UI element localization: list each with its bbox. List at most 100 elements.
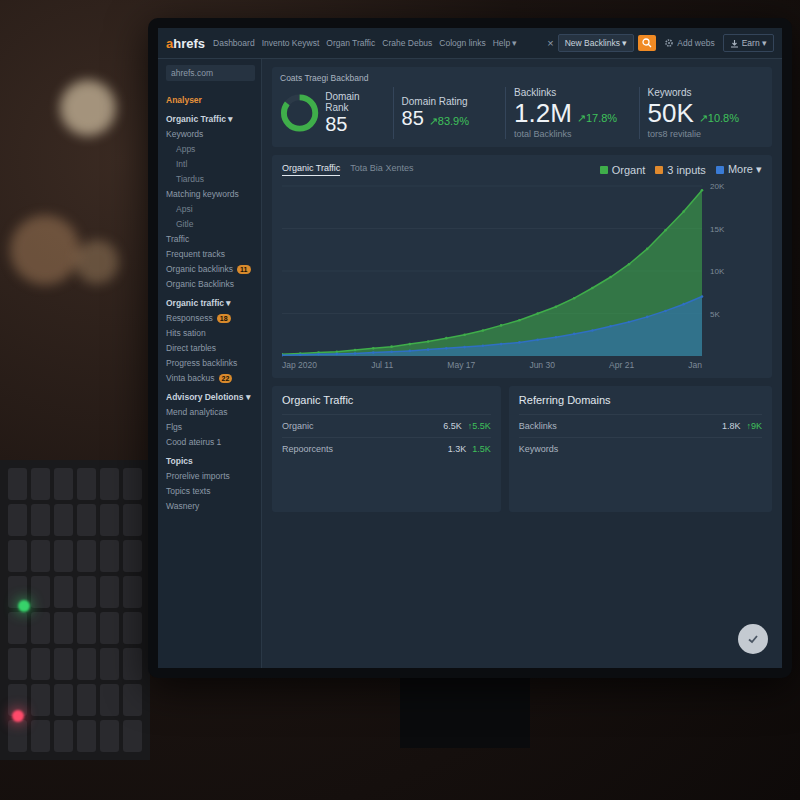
data-point [573, 297, 576, 300]
card-title: Referring Domains [519, 394, 762, 406]
sidebar-item[interactable]: Tiardus [166, 173, 255, 185]
keyboard-key [123, 648, 142, 680]
keyboard-key [77, 720, 96, 752]
sidebar-item[interactable]: Hits sation [166, 327, 255, 339]
sidebar-item[interactable]: Advisory Delotions ▾ [166, 391, 255, 403]
clear-button[interactable]: × [547, 37, 553, 49]
keyboard-key [54, 468, 73, 500]
floating-button[interactable] [738, 624, 768, 654]
logo[interactable]: ahrefs [166, 36, 205, 51]
nav-item[interactable]: Invento Keywst [262, 38, 320, 48]
x-axis: Jap 2020Jul 11May 17Jun 30Apr 21Jan [282, 360, 702, 370]
sidebar-item[interactable]: Cood ateirus 1 [166, 436, 255, 448]
chart-card: Organic Traffic Tota Bia Xentes Organt 3 in… [272, 155, 772, 378]
stat-change: ↗17.8% [577, 112, 617, 125]
sidebar-item[interactable]: Organic Backlinks [166, 278, 255, 290]
keyboard-key [31, 576, 50, 608]
x-tick: Jul 11 [371, 360, 393, 370]
x-tick: May 17 [447, 360, 475, 370]
area-chart: 20K15K10K5K [282, 182, 738, 358]
nav-item[interactable]: Crahe Debus [382, 38, 432, 48]
stat-value: 50K [648, 98, 694, 129]
chart-legend: Organt 3 inputs More ▾ [600, 163, 762, 176]
x-tick: Jap 2020 [282, 360, 317, 370]
data-point [463, 346, 466, 349]
site-field[interactable]: ahrefs.com [166, 65, 255, 81]
sidebar-item[interactable]: Analyser [166, 94, 255, 106]
data-point [282, 354, 283, 357]
nav-item[interactable]: Organ Traffic [326, 38, 375, 48]
sidebar-item[interactable]: Progress backlinks [166, 357, 255, 369]
search-field[interactable]: New Backlinks ▾ [558, 34, 635, 52]
nav-item[interactable]: Cologn links [439, 38, 485, 48]
data-point [282, 353, 283, 356]
data-point [591, 329, 594, 332]
chart-tabs: Organic Traffic Tota Bia Xentes [282, 163, 413, 176]
data-point [591, 287, 594, 290]
metric-row[interactable]: Backlinks1.8K↑9K [519, 414, 762, 437]
sidebar-item[interactable]: Keywords [166, 128, 255, 140]
keyboard-key [8, 612, 27, 644]
search-bar: × New Backlinks ▾ [547, 34, 656, 52]
chart-tab[interactable]: Organic Traffic [282, 163, 340, 176]
add-website-button[interactable]: Add webs [664, 38, 714, 48]
legend-item[interactable]: 3 inputs [655, 163, 706, 176]
metric-card: Referring Domains Backlinks1.8K↑9KKeyword… [509, 386, 772, 512]
sidebar-item[interactable]: Direct tarbles [166, 342, 255, 354]
stat-value: 85 [402, 107, 424, 130]
keyboard-key [77, 648, 96, 680]
metric-row[interactable]: Repoorcents1.3K1.5K [282, 437, 491, 460]
search-button[interactable] [638, 35, 656, 51]
sidebar-item[interactable]: Wasnery [166, 500, 255, 512]
stat-value: 85 [325, 113, 347, 136]
keyboard-key [31, 648, 50, 680]
nav-item[interactable]: Help ▾ [493, 38, 518, 48]
sidebar-item[interactable]: Frequent tracks [166, 248, 255, 260]
legend-item[interactable]: Organt [600, 163, 646, 176]
data-point [555, 336, 558, 339]
sidebar-item[interactable]: Vinta backus22 [166, 372, 255, 384]
led-light [18, 600, 30, 612]
sidebar-item[interactable]: Topics texts [166, 485, 255, 497]
sidebar-item[interactable]: Apsi [166, 203, 255, 215]
sidebar-item[interactable]: Flgs [166, 421, 255, 433]
legend-item[interactable]: More ▾ [716, 163, 762, 176]
keyboard-key [54, 576, 73, 608]
keyboard-key [123, 684, 142, 716]
keyboard-key [100, 648, 119, 680]
data-point [482, 329, 485, 332]
sidebar-item[interactable]: Prorelive imports [166, 470, 255, 482]
stat-change: ↗83.9% [429, 115, 469, 128]
data-point [701, 295, 704, 298]
x-tick: Jun 30 [529, 360, 555, 370]
data-point [555, 305, 558, 308]
keyboard-key [77, 504, 96, 536]
nav-menu: Dashboard Invento Keywst Organ Traffic Crah… [213, 38, 517, 48]
sidebar-item[interactable]: Organic traffic ▾ [166, 297, 255, 309]
chart-tab[interactable]: Tota Bia Xentes [350, 163, 413, 176]
sidebar-item[interactable]: Traffic [166, 233, 255, 245]
stat-value: 1.2M [514, 98, 572, 129]
top-nav: ahrefs Dashboard Invento Keywst Organ Traff… [158, 28, 782, 59]
sidebar-item[interactable]: Intl [166, 158, 255, 170]
stat-label: Domain Rating [402, 96, 469, 107]
keyboard-key [77, 576, 96, 608]
sidebar-item[interactable]: Matching keywords [166, 188, 255, 200]
sidebar-item[interactable]: Organic backlinks11 [166, 263, 255, 275]
sidebar-item[interactable]: Topics [166, 455, 255, 467]
stat-label: Keywords [648, 87, 739, 98]
sidebar-item[interactable]: Responsess18 [166, 312, 255, 324]
count-badge: 18 [217, 314, 231, 323]
sidebar-item[interactable]: Organic Traffic ▾ [166, 113, 255, 125]
sidebar-item[interactable]: Apps [166, 143, 255, 155]
sidebar-item[interactable]: Gitle [166, 218, 255, 230]
sidebar-item[interactable]: Mend analyticas [166, 406, 255, 418]
metric-card: Organic TrafficOrganic6.5K↑5.5KRepoorcen… [272, 386, 501, 512]
y-tick: 20K [710, 182, 725, 191]
export-button[interactable]: Earn ▾ [723, 34, 774, 52]
metric-row[interactable]: Keywords [519, 437, 762, 460]
app-body: ahrefs.com Analyser Organic Traffic ▾ Keywo… [158, 59, 782, 668]
metric-row[interactable]: Organic6.5K↑5.5K [282, 414, 491, 437]
keyboard-key [31, 720, 50, 752]
nav-item[interactable]: Dashboard [213, 38, 255, 48]
